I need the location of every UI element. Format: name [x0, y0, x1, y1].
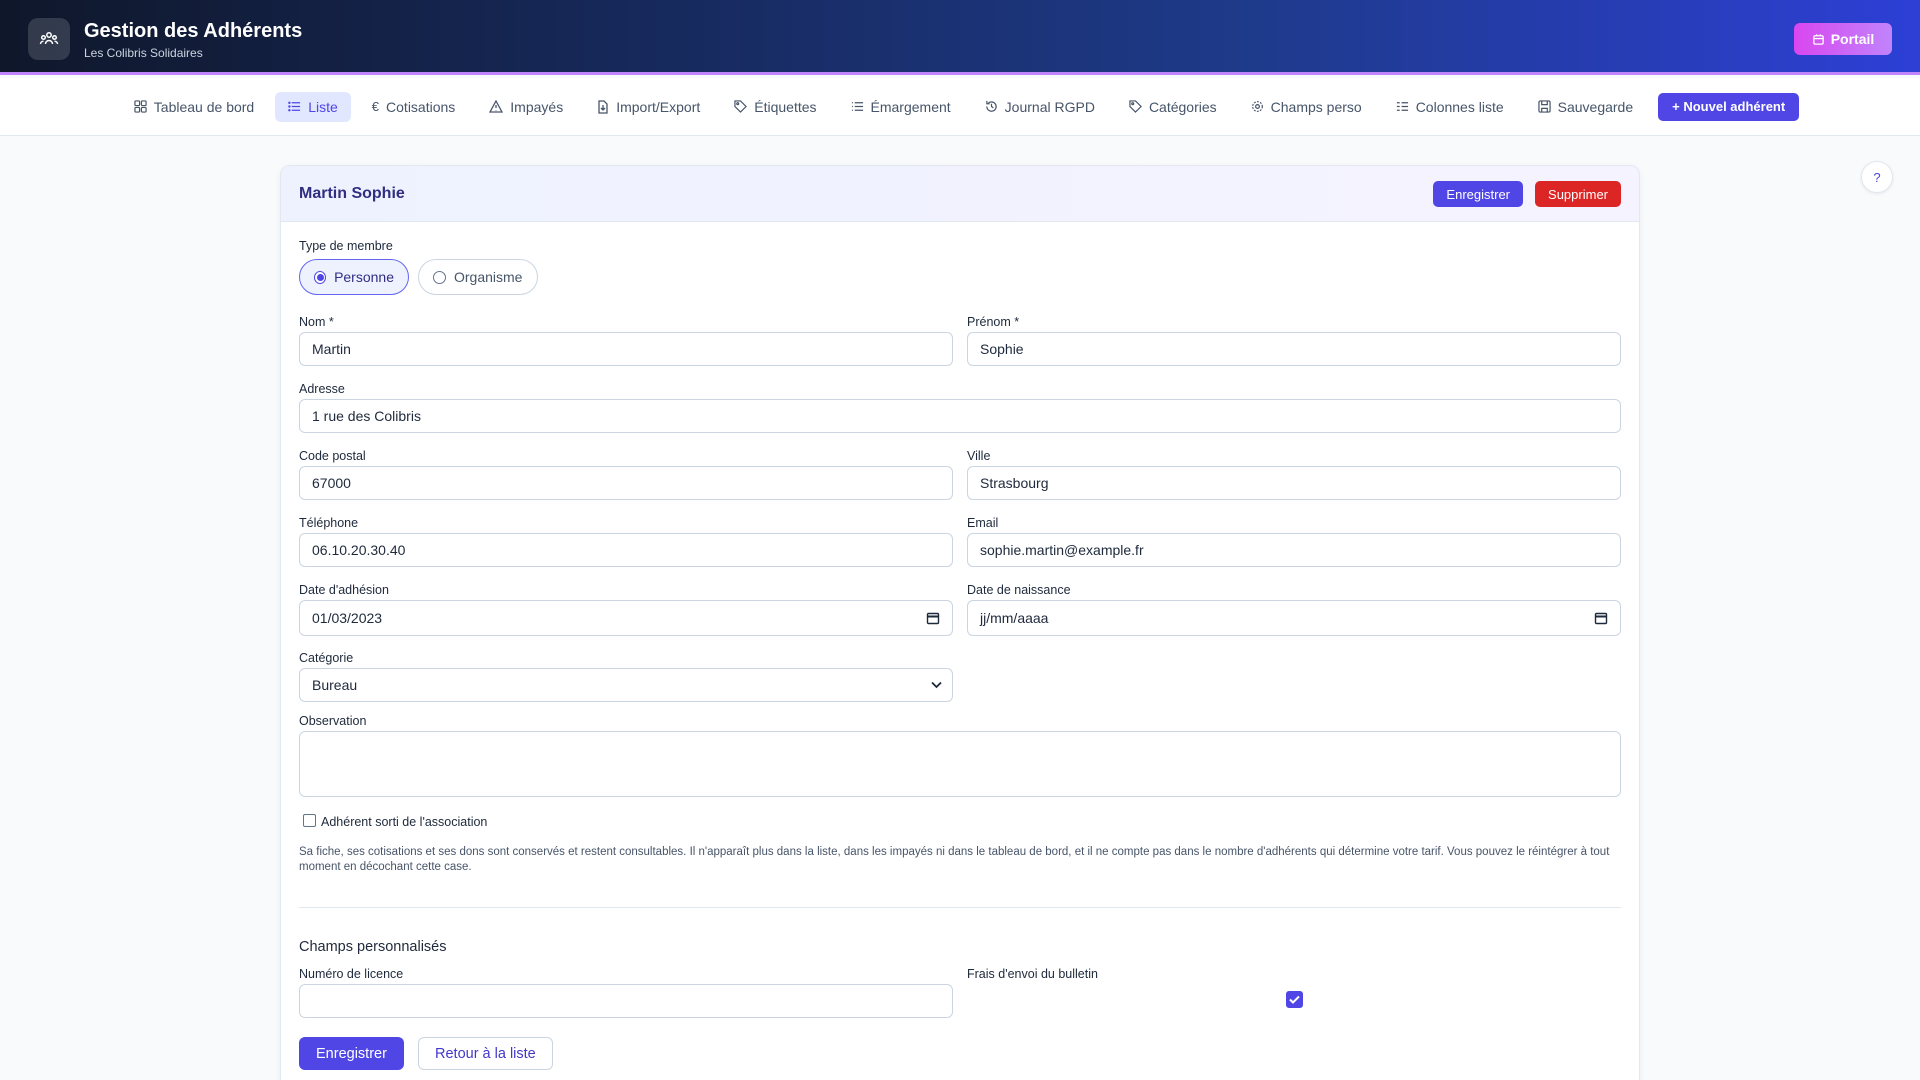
code-postal-label: Code postal — [299, 449, 366, 463]
list-lines-icon — [851, 102, 863, 111]
nav-item-cotisations[interactable]: € Cotisations — [359, 92, 469, 122]
main-nav: Tableau de bord Liste € Cotisations Impa… — [0, 78, 1920, 136]
divider — [299, 907, 1621, 908]
nav-item-journal-rgpd[interactable]: Journal RGPD — [972, 92, 1108, 122]
ville-label: Ville — [967, 449, 991, 463]
history-icon — [985, 100, 997, 112]
date-adhesion-value: 01/03/2023 — [312, 610, 383, 626]
radio-label: Personne — [334, 269, 394, 285]
calendar-icon[interactable] — [1594, 611, 1608, 625]
date-adhesion-label: Date d'adhésion — [299, 583, 389, 597]
back-to-list-button[interactable]: Retour à la liste — [418, 1037, 553, 1070]
tag-icon — [734, 100, 748, 113]
columns-icon — [1396, 102, 1408, 111]
nav-label: Champs perso — [1270, 98, 1362, 115]
observation-label: Observation — [299, 714, 367, 728]
observation-textarea[interactable] — [299, 731, 1621, 797]
licence-field[interactable] — [299, 984, 953, 1018]
calendar-icon[interactable] — [926, 611, 940, 625]
chevron-down-icon — [931, 681, 942, 689]
nav-label: Cotisations — [386, 98, 456, 115]
radio-dot — [433, 270, 446, 284]
date-naissance-placeholder: jj/mm/aaaa — [980, 610, 1049, 626]
date-naissance-field[interactable]: jj/mm/aaaa — [967, 600, 1621, 636]
nav-item-impayes[interactable]: Impayés — [476, 92, 576, 122]
card-header: Martin Sophie Enregistrer Supprimer — [281, 166, 1639, 222]
check-icon — [1289, 995, 1300, 1004]
warning-icon — [489, 100, 504, 113]
nav-label: Émargement — [870, 98, 951, 115]
nom-label: Nom * — [299, 315, 334, 329]
date-adhesion-field[interactable]: 01/03/2023 — [299, 600, 953, 636]
ville-field[interactable]: Strasbourg — [967, 466, 1621, 500]
nav-label: Import/Export — [616, 98, 701, 115]
custom-fields-title: Champs personnalisés — [299, 939, 447, 955]
nav-label: Étiquettes — [754, 98, 817, 115]
nav-label: Catégories — [1148, 98, 1217, 115]
email-field[interactable]: sophie.martin@example.fr — [967, 533, 1621, 567]
portal-label: Portail — [1830, 31, 1875, 47]
nom-field[interactable]: Martin — [299, 332, 953, 366]
nav-item-etiquettes[interactable]: Étiquettes — [721, 92, 829, 122]
nav-label: Liste — [308, 98, 338, 115]
prenom-field[interactable]: Sophie — [967, 332, 1621, 366]
sorti-note: Sa fiche, ses cotisations et ses dons so… — [299, 846, 1610, 873]
dashboard-icon — [134, 100, 147, 113]
frais-envoi-label: Frais d'envoi du bulletin — [967, 967, 1098, 981]
euro-icon: € — [371, 99, 380, 114]
nav-item-champs-perso[interactable]: Champs perso — [1238, 92, 1375, 122]
app-title: Gestion des Adhérents — [84, 20, 303, 42]
radio-dot — [314, 270, 327, 284]
telephone-field[interactable]: 06.10.20.30.40 — [299, 533, 953, 567]
nav-item-dashboard[interactable]: Tableau de bord — [121, 92, 267, 122]
adresse-field[interactable]: 1 rue des Colibris — [299, 399, 1621, 433]
nav-item-import-export[interactable]: Import/Export — [584, 92, 713, 122]
date-naissance-label: Date de naissance — [967, 583, 1071, 597]
nav-item-sauvegarde[interactable]: Sauvegarde — [1525, 92, 1647, 122]
sorti-checkbox[interactable] — [303, 814, 316, 827]
save-button[interactable]: Enregistrer — [299, 1037, 404, 1070]
code-postal-field[interactable]: 67000 — [299, 466, 953, 500]
nav-item-categories[interactable]: Catégories — [1116, 92, 1230, 122]
sorti-label: Adhérent sorti de l'association — [321, 815, 488, 829]
telephone-label: Téléphone — [299, 516, 359, 530]
portal-icon — [1812, 33, 1824, 45]
tag-icon — [1129, 100, 1142, 113]
categorie-select[interactable]: Bureau — [299, 668, 953, 702]
gear-icon — [1251, 101, 1263, 112]
categorie-value: Bureau — [312, 677, 358, 693]
radio-label: Organisme — [454, 269, 523, 285]
email-label: Email — [967, 516, 999, 530]
adresse-label: Adresse — [299, 382, 345, 396]
nav-label: Impayés — [510, 98, 564, 115]
nav-label: Journal RGPD — [1004, 98, 1095, 115]
list-icon — [288, 101, 301, 112]
header-save-button[interactable]: Enregistrer — [1433, 181, 1523, 207]
nav-item-liste[interactable]: Liste — [275, 91, 351, 122]
portal-button[interactable]: Portail — [1794, 23, 1892, 55]
radio-personne[interactable]: Personne — [299, 259, 409, 295]
people-icon — [28, 18, 70, 60]
nav-label: Tableau de bord — [153, 98, 255, 115]
nav-label: Colonnes liste — [1415, 98, 1504, 115]
categorie-label: Catégorie — [299, 651, 354, 665]
member-card: Martin Sophie Enregistrer Supprimer Type… — [280, 165, 1640, 1080]
prenom-label: Prénom * — [967, 315, 1020, 329]
licence-label: Numéro de licence — [299, 967, 404, 981]
help-button[interactable]: ? — [1861, 161, 1893, 193]
file-transfer-icon — [598, 99, 608, 114]
nav-item-emargement[interactable]: Émargement — [838, 92, 964, 122]
save-icon — [1537, 100, 1551, 113]
delete-button[interactable]: Supprimer — [1535, 181, 1621, 207]
frais-envoi-checkbox[interactable] — [1286, 991, 1303, 1008]
member-type-label: Type de membre — [299, 239, 393, 253]
new-member-button[interactable]: + Nouvel adhérent — [1658, 92, 1800, 121]
app-header: Gestion des Adhérents Les Colibris Solid… — [0, 0, 1920, 75]
member-name-title: Martin Sophie — [299, 185, 405, 202]
app-subtitle: Les Colibris Solidaires — [84, 46, 203, 60]
nav-label: Sauvegarde — [1557, 98, 1634, 115]
radio-organisme[interactable]: Organisme — [418, 259, 538, 295]
nav-item-colonnes-liste[interactable]: Colonnes liste — [1383, 92, 1517, 122]
